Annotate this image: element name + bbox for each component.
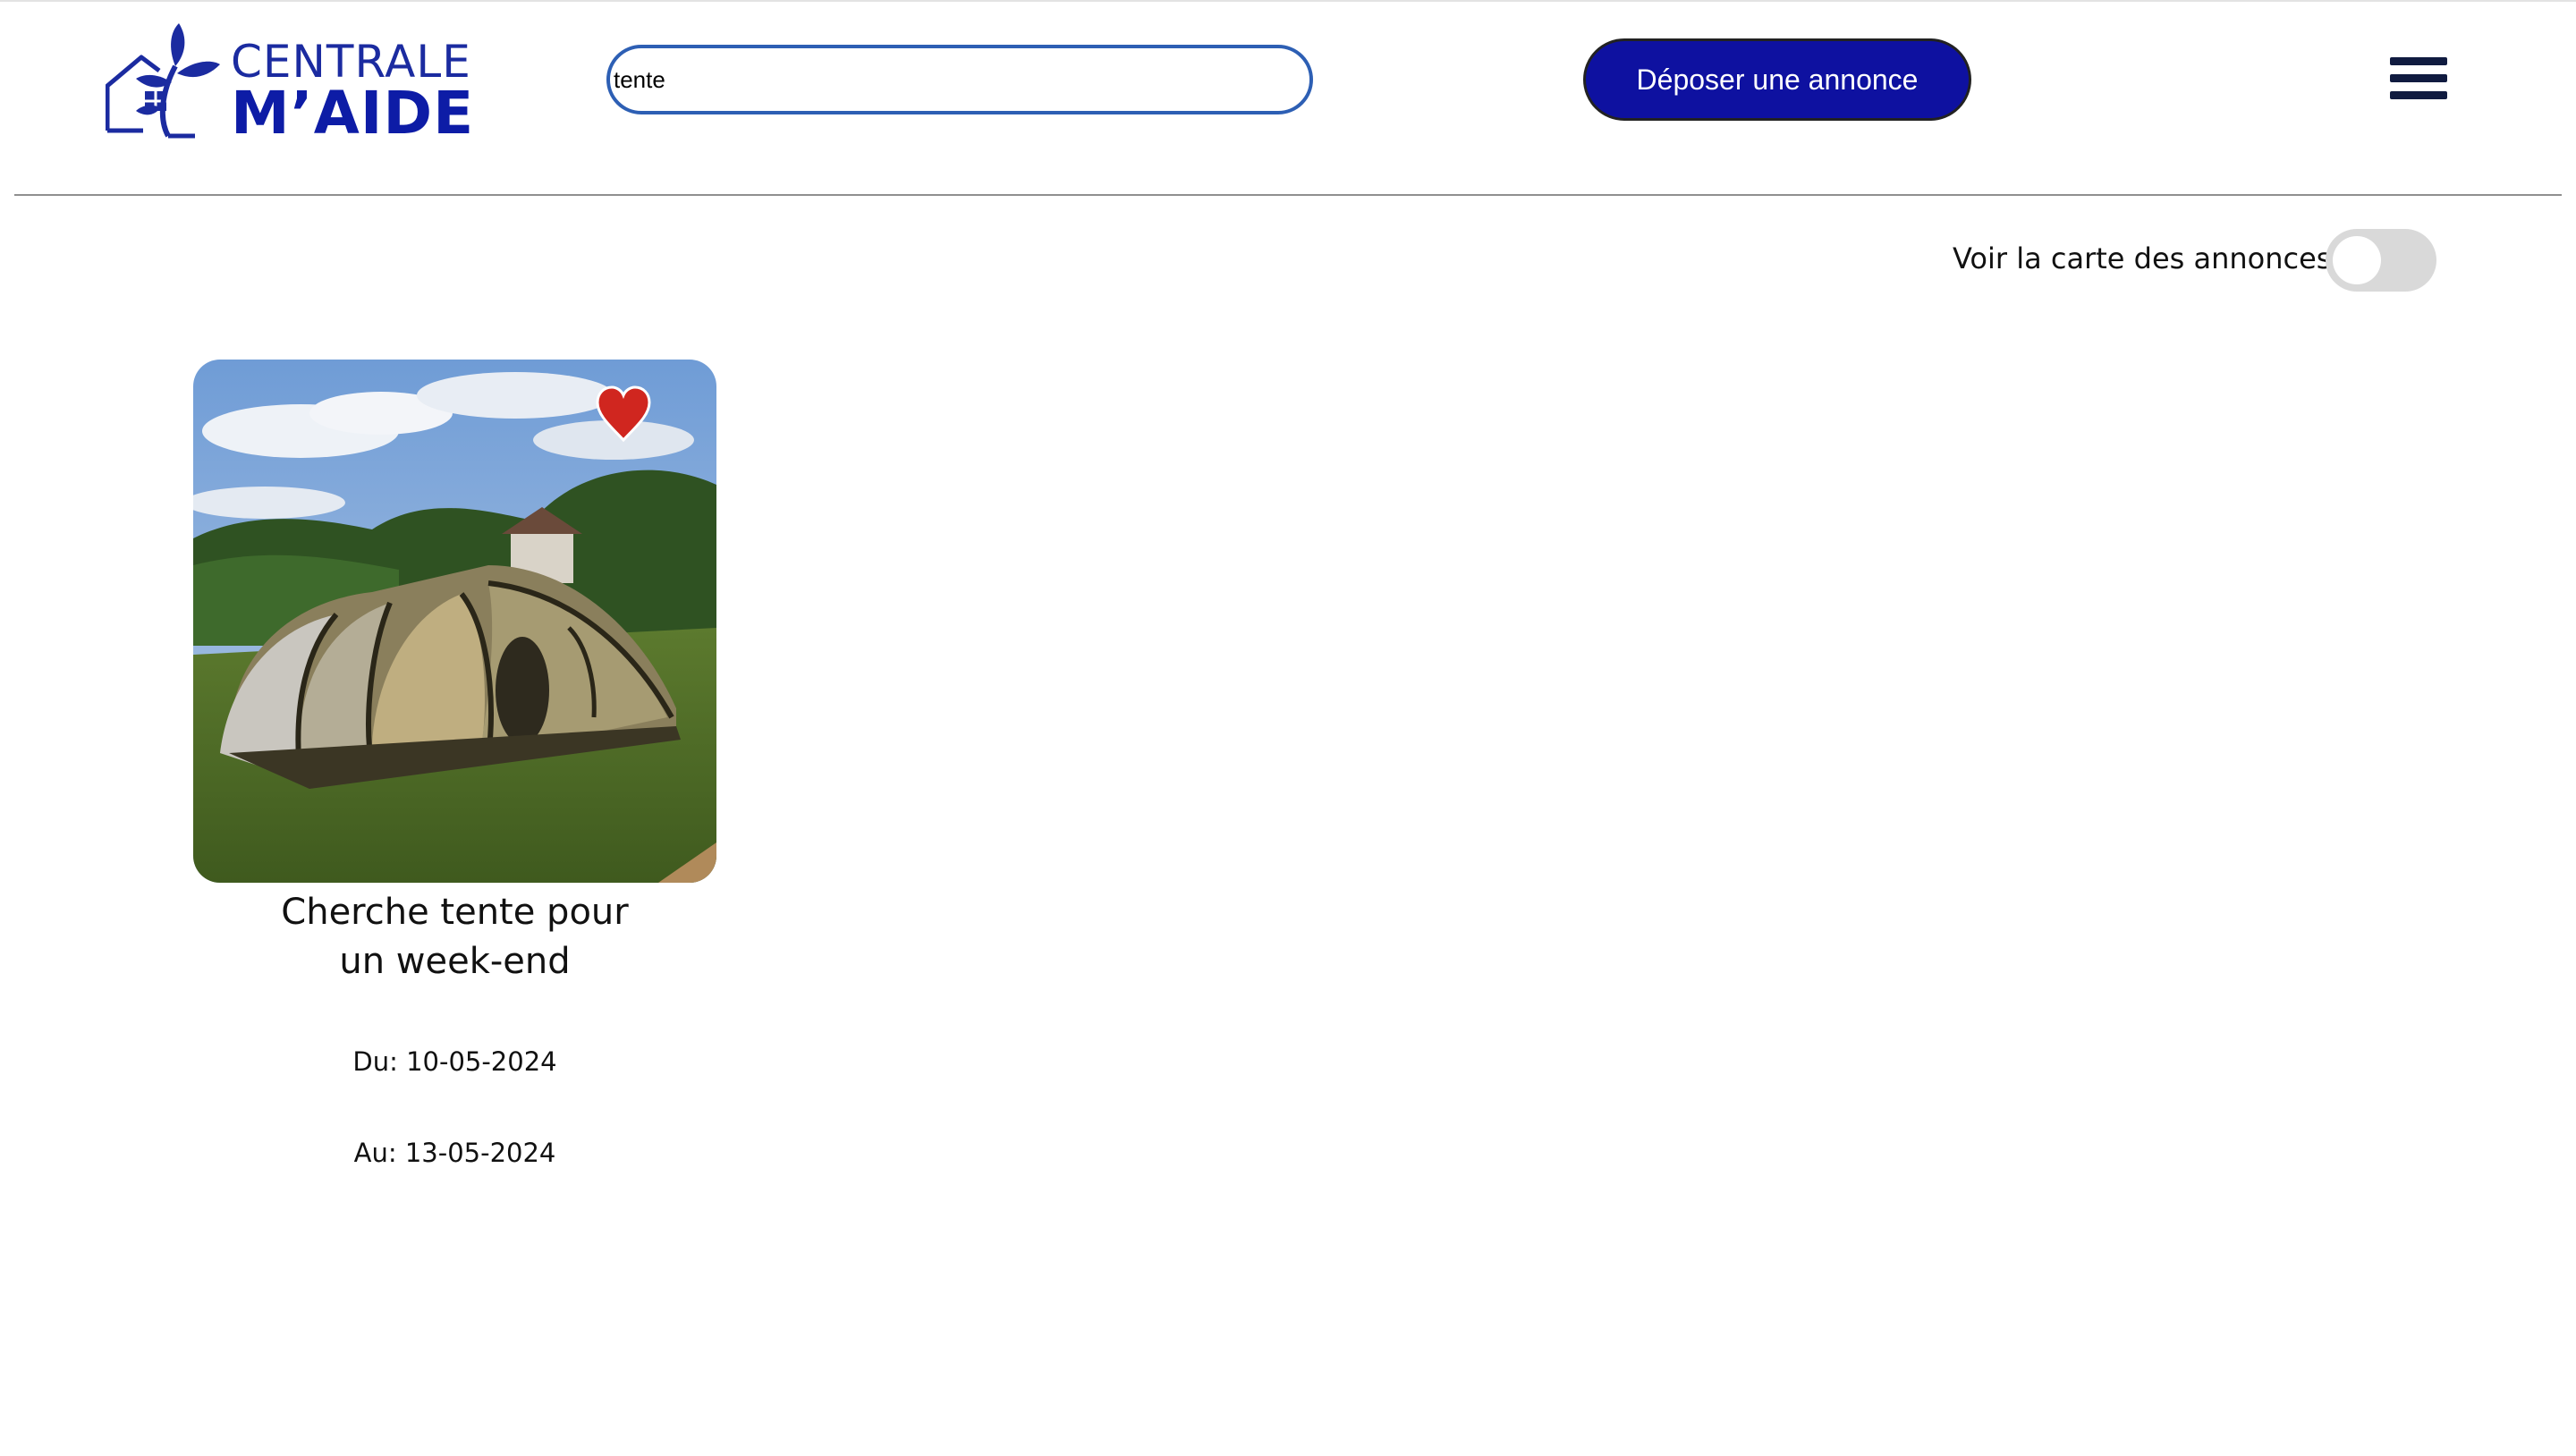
toggle-knob: [2333, 236, 2381, 284]
listing-title-line1: Cherche tente pour: [281, 892, 629, 933]
listing-title[interactable]: Cherche tente pour un week-end: [193, 888, 716, 986]
top-border: [0, 0, 2576, 2]
search-input[interactable]: [606, 45, 1313, 114]
logo-wordmark: CENTRALE M’AIDE: [231, 39, 474, 145]
hamburger-menu-icon[interactable]: [2390, 57, 2447, 104]
post-listing-button[interactable]: Déposer une annonce: [1583, 38, 1971, 121]
header-divider: [14, 194, 2562, 196]
map-toggle-switch[interactable]: [2326, 229, 2436, 292]
site-logo[interactable]: CENTRALE M’AIDE: [106, 21, 473, 145]
heart-icon[interactable]: [592, 383, 655, 445]
page: CENTRALE M’AIDE Déposer une annonce Voir…: [0, 0, 2576, 1456]
listing-title-line2: un week-end: [339, 941, 571, 982]
logo-house-leaf-icon: [106, 23, 220, 139]
listing-date-to: Au: 13-05-2024: [353, 1138, 556, 1168]
logo-line2: M’AIDE: [231, 79, 475, 148]
map-toggle-label: Voir la carte des annonces: [1953, 241, 2332, 275]
logo-line1: CENTRALE: [231, 36, 471, 88]
listing-date-from: Du: 10-05-2024: [352, 1046, 557, 1077]
